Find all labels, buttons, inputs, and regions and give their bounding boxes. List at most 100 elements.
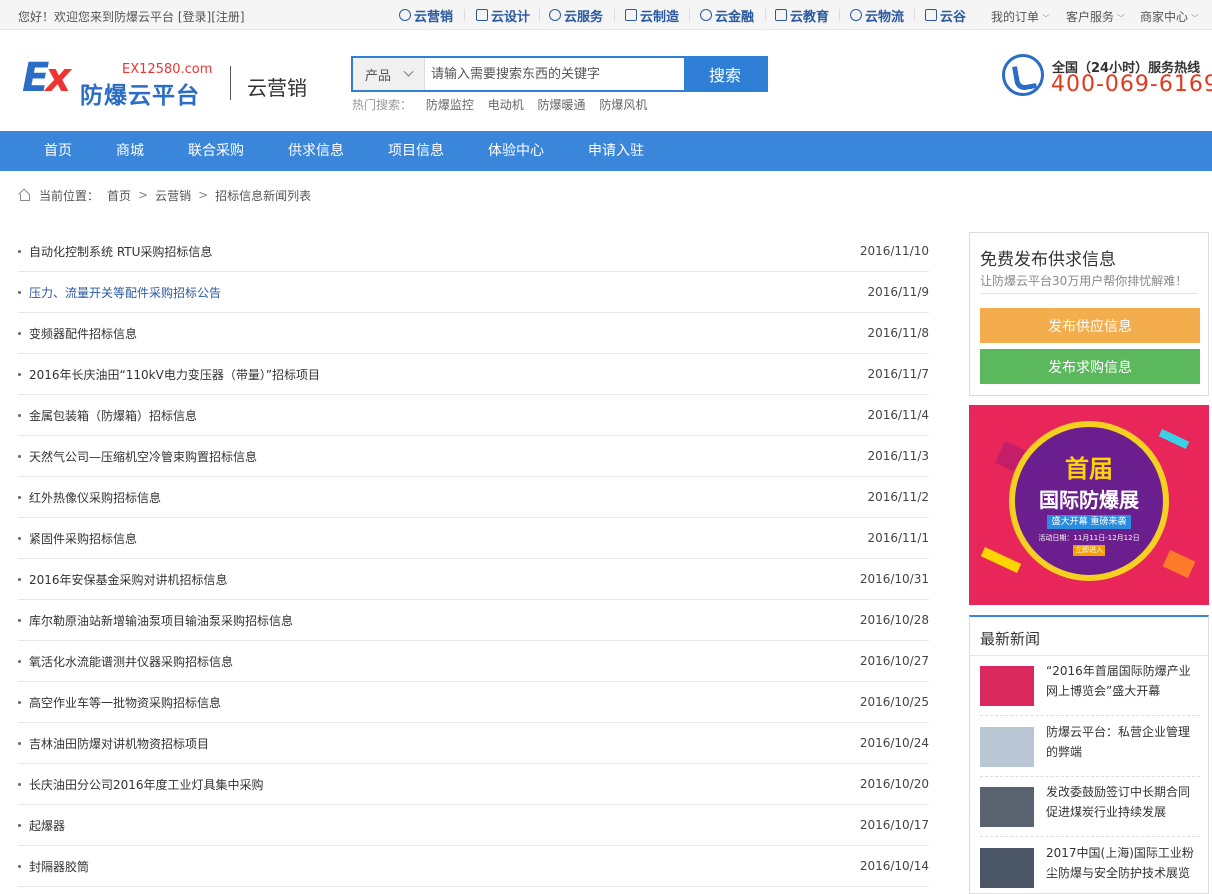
factory-icon [625, 9, 637, 21]
publish-title: 免费发布供求信息 [980, 250, 1116, 270]
bullet [18, 823, 21, 827]
list-item[interactable]: 高空作业车等一批物资采购招标信息 2016/10/25 [18, 682, 929, 723]
service-link-service[interactable]: 云服务 [549, 7, 603, 25]
hot-keyword[interactable]: 电动机 [488, 98, 524, 112]
nav-item-home[interactable]: 首页 [22, 131, 94, 171]
greeting: 您好！欢迎您来到防爆云平台 [登录][注册] [18, 8, 245, 25]
nav-item-mall[interactable]: 商城 [94, 131, 166, 171]
divider [980, 293, 1198, 294]
news-thumbnail [980, 727, 1034, 767]
list-item[interactable]: 天然气公司—压缩机空冷管束购置招标信息 2016/11/3 [18, 436, 929, 477]
bullet [18, 249, 21, 253]
decoration [980, 547, 1022, 573]
tender-news-list: 自动化控制系统 RTU采购招标信息 2016/11/10 压力、流量开关等配件采购… [18, 231, 929, 887]
news-item[interactable]: “2016年首届国际防爆产业网上博览会”盛大开幕 [980, 656, 1200, 716]
bullet [18, 536, 21, 540]
bullet [18, 659, 21, 663]
list-item[interactable]: 紧固件采购招标信息 2016/11/1 [18, 518, 929, 559]
publish-supply-button[interactable]: 发布供应信息 [980, 308, 1200, 343]
login-link[interactable]: [登录] [178, 10, 211, 24]
search-bar: 产品 搜索 [351, 56, 768, 92]
latest-news-title: 最新新闻 [980, 630, 1041, 648]
list-item[interactable]: 库尔勒原油站新增输油泵项目输油泵采购招标信息 2016/10/28 [18, 600, 929, 641]
register-link[interactable]: [注册] [211, 10, 244, 24]
banner-line3: 盛大开幕 重磅来袭 [1047, 515, 1131, 529]
news-thumbnail [980, 848, 1034, 888]
truck-icon [850, 9, 862, 21]
news-item[interactable]: 发改委鼓励签订中长期合同促进煤炭行业持续发展 [980, 777, 1200, 837]
service-link-logistics[interactable]: 云物流 [850, 7, 904, 25]
news-item[interactable]: 防爆云平台：私营企业管理的弊端 [980, 717, 1200, 777]
breadcrumb-item-current: 招标信息新闻列表 [215, 188, 312, 203]
news-thumbnail [980, 666, 1034, 706]
logo-domain: EX12580.com [122, 62, 213, 77]
nav-item-experience[interactable]: 体验中心 [466, 131, 566, 171]
greeting-text: 您好！欢迎您来到防爆云平台 [18, 10, 175, 24]
globe-icon [399, 9, 411, 21]
banner-line2: 国际防爆展 [1039, 488, 1139, 512]
service-link-design[interactable]: 云设计 [476, 7, 530, 25]
divider [839, 9, 840, 21]
latest-news-panel: 最新新闻 “2016年首届国际防爆产业网上博览会”盛大开幕 防爆云平台：私营企业… [969, 615, 1209, 894]
service-link-valley[interactable]: 云谷 [925, 7, 966, 25]
list-item[interactable]: 2016年长庆油田“110kV电力变压器（带量）”招标项目 2016/11/7 [18, 354, 929, 395]
customer-service-menu[interactable]: 客户服务 ﹀ [1066, 8, 1125, 25]
nav-item-projects[interactable]: 项目信息 [366, 131, 466, 171]
list-item[interactable]: 氧活化水流能谱测井仪器采购招标信息 2016/10/27 [18, 641, 929, 682]
divider [689, 9, 690, 21]
bullet [18, 290, 21, 294]
expo-banner[interactable]: 首届 国际防爆展 盛大开幕 重磅来袭 活动日期：11月11日-12月12日 立即… [969, 405, 1209, 605]
chevron-down-icon: ﹀ [1117, 14, 1126, 23]
hot-keyword[interactable]: 防爆暖通 [538, 98, 586, 112]
list-item[interactable]: 变频器配件招标信息 2016/11/8 [18, 313, 929, 354]
hotline-number: 400-069-6169 [1051, 72, 1212, 97]
list-item[interactable]: 起爆器 2016/10/17 [18, 805, 929, 846]
news-item[interactable]: 2017中国(上海)国际工业粉尘防爆与安全防护技术展览 [980, 838, 1200, 894]
service-link-education[interactable]: 云教育 [775, 7, 829, 25]
list-item[interactable]: 金属包装箱（防爆箱）招标信息 2016/11/4 [18, 395, 929, 436]
list-item[interactable]: 2016年安保基金采购对讲机招标信息 2016/10/31 [18, 559, 929, 600]
nav-item-supply-demand[interactable]: 供求信息 [266, 131, 366, 171]
service-link-finance[interactable]: 云金融 [700, 7, 754, 25]
service-link-marketing[interactable]: 云营销 [399, 7, 453, 25]
list-item[interactable]: 自动化控制系统 RTU采购招标信息 2016/11/10 [18, 231, 929, 272]
search-input[interactable] [425, 58, 684, 90]
bullet [18, 577, 21, 581]
bullet [18, 331, 21, 335]
news-thumbnail [980, 787, 1034, 827]
nav-item-apply[interactable]: 申请入驻 [566, 131, 666, 171]
search-button[interactable]: 搜索 [684, 58, 766, 90]
bullet [18, 495, 21, 499]
chevron-down-icon [403, 66, 414, 77]
main-nav: 首页 商城 联合采购 供求信息 项目信息 体验中心 申请入驻 [0, 131, 1212, 171]
publish-purchase-button[interactable]: 发布求购信息 [980, 349, 1200, 384]
bullet [18, 782, 21, 786]
merchant-center-menu[interactable]: 商家中心 ﹀ [1140, 8, 1199, 25]
hot-keyword[interactable]: 防爆监控 [426, 98, 474, 112]
hot-search: 热门搜索： 防爆监控 电动机 防爆暖通 防爆风机 [352, 96, 647, 113]
divider [464, 9, 465, 21]
list-item[interactable]: 封隔器胶筒 2016/10/14 [18, 846, 929, 887]
list-item[interactable]: 长庆油田分公司2016年度工业灯具集中采购 2016/10/20 [18, 764, 929, 805]
logo-name[interactable]: 防爆云平台 [80, 76, 200, 110]
bullet [18, 741, 21, 745]
breadcrumb-item[interactable]: 云营销 [155, 187, 191, 204]
my-orders-menu[interactable]: 我的订单 ﹀ [991, 8, 1050, 25]
divider [765, 9, 766, 21]
decoration [1158, 429, 1190, 449]
logo-mark[interactable]: Ex [22, 56, 71, 100]
logo-divider [230, 66, 231, 100]
nav-item-joint-purchase[interactable]: 联合采购 [166, 131, 266, 171]
service-link-manufacturing[interactable]: 云制造 [625, 7, 679, 25]
breadcrumb-separator: > [198, 188, 209, 202]
list-item[interactable]: 红外热像仪采购招标信息 2016/11/2 [18, 477, 929, 518]
coin-icon [700, 9, 712, 21]
home-icon [18, 189, 31, 201]
pen-icon [476, 9, 488, 21]
hot-keyword[interactable]: 防爆风机 [599, 98, 647, 112]
list-item[interactable]: 吉林油田防爆对讲机物资招标项目 2016/10/24 [18, 723, 929, 764]
breadcrumb-item[interactable]: 首页 [107, 187, 131, 204]
list-item[interactable]: 压力、流量开关等配件采购招标公告 2016/11/9 [18, 272, 929, 313]
banner-enter-button[interactable]: 立即进入 [1073, 545, 1105, 556]
search-category-select[interactable]: 产品 [353, 58, 425, 90]
